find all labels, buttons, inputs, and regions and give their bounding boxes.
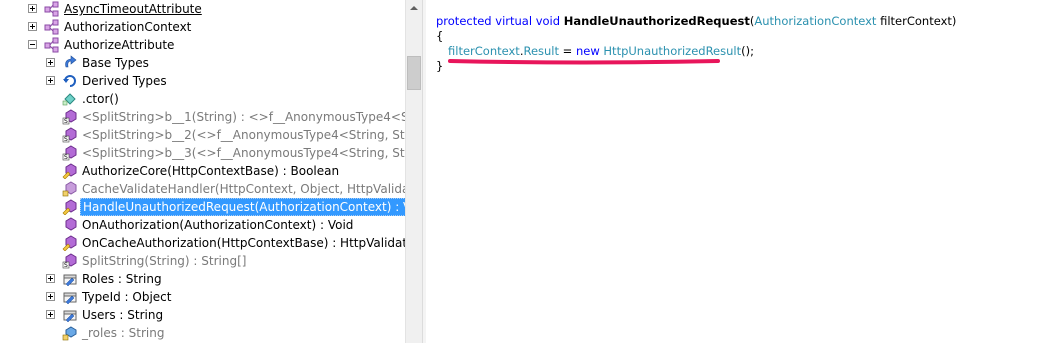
tree-row-label: Users : String: [82, 308, 164, 322]
red-annotation-underline: [448, 59, 720, 65]
class-browser-tree[interactable]: AsyncTimeoutAttribute AuthorizationContex…: [0, 0, 405, 343]
tree-row-label: Roles : String: [82, 272, 162, 286]
private-static-method-icon: S: [62, 109, 78, 125]
expand-plus-icon[interactable]: [28, 22, 37, 31]
tree-row[interactable]: .ctor(): [0, 90, 405, 108]
base-types-icon: [62, 55, 78, 71]
tree-row[interactable]: AuthorizeCore(HttpContextBase) : Boolean: [0, 162, 405, 180]
tree-row-label: <SplitString>b__1(String) : <>f__Anonymo…: [82, 110, 405, 124]
expand-plus-icon[interactable]: [28, 4, 37, 13]
derived-types-icon: [62, 73, 78, 89]
private-method-icon: [62, 181, 78, 197]
property-icon: [62, 271, 78, 287]
protected-method-icon: [62, 199, 78, 216]
scroll-up-arrow[interactable]: [406, 0, 422, 17]
protected-method-icon: [62, 163, 78, 180]
param-type-link[interactable]: AuthorizationContext: [754, 14, 876, 28]
tree-row-label: AuthorizeAttribute: [64, 38, 175, 52]
httpunauthorizedresult-type-link[interactable]: HttpUnauthorizedResult: [603, 44, 741, 58]
tree-row[interactable]: AuthorizationContext: [0, 18, 405, 36]
tree-row[interactable]: OnAuthorization(AuthorizationContext) : …: [0, 216, 405, 234]
expand-plus-icon[interactable]: [46, 310, 55, 319]
reflector-window: AsyncTimeoutAttribute AuthorizationContex…: [0, 0, 1038, 343]
tree-vertical-scrollbar[interactable]: [405, 0, 422, 343]
param-name: filterContext): [876, 14, 957, 28]
expand-plus-icon[interactable]: [46, 274, 55, 283]
tree-row[interactable]: AuthorizeAttribute: [0, 36, 405, 54]
svg-text:S: S: [64, 262, 68, 269]
tree-row-label: CacheValidateHandler(HttpContext, Object…: [82, 182, 405, 196]
method-signature-line: protected virtual void HandleUnauthorize…: [436, 14, 956, 29]
tree-row-label: TypeId : Object: [82, 290, 172, 304]
method-body-line: filterContext.Result = new HttpUnauthori…: [448, 44, 754, 59]
open-brace: {: [436, 29, 444, 43]
tree-row[interactable]: _roles : String: [0, 324, 405, 342]
tree-row[interactable]: TypeId : Object: [0, 288, 405, 306]
constructor-icon: [62, 91, 78, 107]
class-icon: [44, 1, 60, 17]
tree-row[interactable]: Base Types: [0, 54, 405, 72]
tree-row-label: Derived Types: [82, 74, 167, 88]
private-static-method-icon: S: [62, 253, 78, 269]
svg-text:S: S: [64, 154, 68, 161]
result-property-link[interactable]: Result: [523, 44, 559, 58]
keyword-protected: protected: [436, 14, 492, 28]
tree-row-label: _roles : String: [82, 326, 165, 340]
method-name[interactable]: HandleUnauthorizedRequest: [564, 14, 750, 28]
svg-text:S: S: [64, 136, 68, 143]
tree-row-label: OnCacheAuthorization(HttpContextBase) : …: [82, 236, 405, 250]
tree-row[interactable]: S <SplitString>b__3(<>f__AnonymousType4<S…: [0, 144, 405, 162]
tree-row-label: <SplitString>b__3(<>f__AnonymousType4<St…: [82, 146, 405, 160]
code-view[interactable]: protected virtual void HandleUnauthorize…: [426, 0, 1038, 343]
tree-row[interactable]: S SplitString(String) : String[]: [0, 252, 405, 270]
tree-row[interactable]: Roles : String: [0, 270, 405, 288]
tree-row-label: AuthorizationContext: [64, 20, 192, 34]
tree-row[interactable]: S <SplitString>b__2(<>f__AnonymousType4<S…: [0, 126, 405, 144]
private-static-method-icon: S: [62, 127, 78, 143]
close-brace-line: }: [436, 59, 443, 74]
tree-row-label: <SplitString>b__2(<>f__AnonymousType4<St…: [82, 128, 405, 142]
tree-row[interactable]: CacheValidateHandler(HttpContext, Object…: [0, 180, 405, 198]
public-method-icon: [62, 217, 78, 233]
class-icon: [44, 37, 60, 53]
tree-row[interactable]: Users : String: [0, 306, 405, 324]
tree-row-label: .ctor(): [82, 92, 119, 106]
private-static-method-icon: S: [62, 145, 78, 161]
assign-operator: =: [559, 44, 576, 58]
expand-plus-icon[interactable]: [46, 58, 55, 67]
tree-row-label: SplitString(String) : String[]: [82, 254, 247, 268]
tree-row[interactable]: AsyncTimeoutAttribute: [0, 0, 405, 18]
class-icon: [44, 19, 60, 35]
property-icon: [62, 289, 78, 305]
tree-row-label: OnAuthorization(AuthorizationContext) : …: [82, 218, 354, 232]
keyword-new: new: [575, 44, 600, 58]
protected-method-icon: [62, 235, 78, 252]
tree-row-label: AsyncTimeoutAttribute: [64, 2, 202, 16]
property-icon: [62, 307, 78, 323]
open-brace-line: {: [436, 29, 443, 44]
expand-plus-icon[interactable]: [46, 76, 55, 85]
keyword-virtual: virtual: [495, 14, 533, 28]
close-brace: }: [436, 59, 444, 73]
filtercontext-ident[interactable]: filterContext: [448, 44, 520, 58]
svg-text:S: S: [64, 118, 68, 125]
tree-row[interactable]: Derived Types: [0, 72, 405, 90]
expand-plus-icon[interactable]: [46, 292, 55, 301]
tree-row-label: AuthorizeCore(HttpContextBase) : Boolean: [82, 164, 340, 178]
keyword-void: void: [535, 14, 561, 28]
collapse-minus-icon[interactable]: [28, 40, 37, 49]
scroll-thumb[interactable]: [407, 56, 421, 90]
tree-row-label: Base Types: [82, 56, 149, 70]
tree-row[interactable]: S <SplitString>b__1(String) : <>f__Anonym…: [0, 108, 405, 126]
tree-row[interactable]: OnCacheAuthorization(HttpContextBase) : …: [0, 234, 405, 252]
tree-row-label: HandleUnauthorizedRequest(AuthorizationC…: [80, 198, 405, 216]
tree-row[interactable]: HandleUnauthorizedRequest(AuthorizationC…: [0, 198, 405, 216]
private-field-icon: [62, 325, 78, 341]
call-end: ();: [741, 44, 754, 58]
